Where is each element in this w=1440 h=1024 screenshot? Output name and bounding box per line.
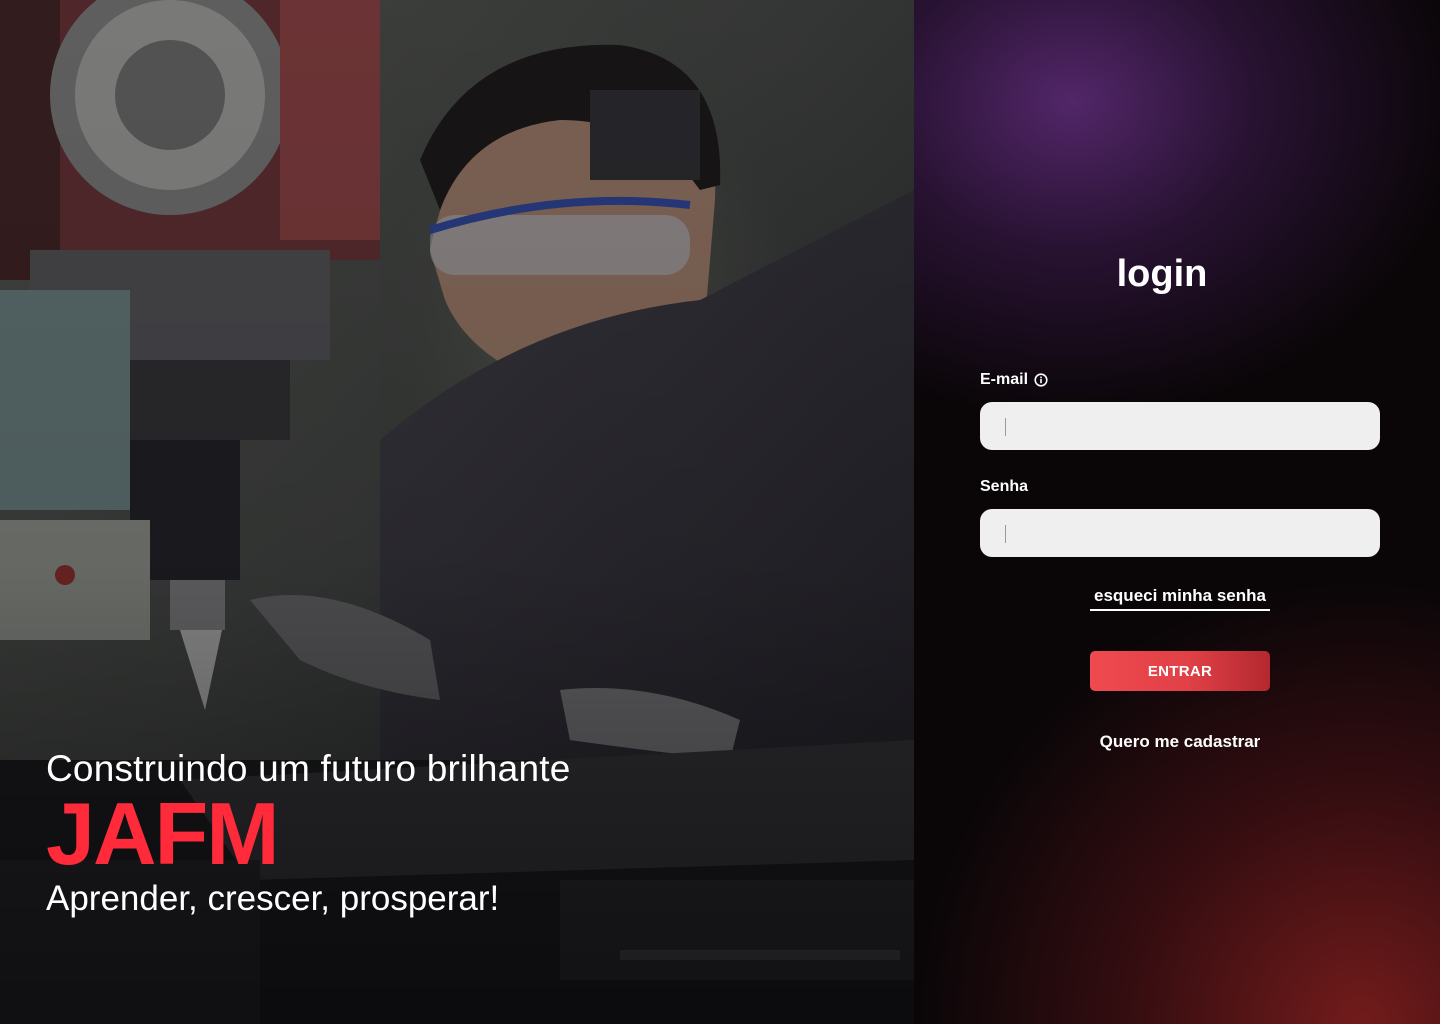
- password-label-text: Senha: [980, 478, 1029, 495]
- login-page: Construindo um futuro brilhante JAFM Apr…: [0, 0, 1440, 1024]
- password-field[interactable]: [980, 509, 1380, 557]
- hero-panel: Construindo um futuro brilhante JAFM Apr…: [0, 0, 914, 1024]
- login-panel: login E-mail Senha esqueci minha senha E…: [914, 0, 1440, 1024]
- hero-tagline: Aprender, crescer, prosperar!: [46, 879, 500, 918]
- forgot-password-link[interactable]: esqueci minha senha: [1090, 585, 1270, 611]
- login-title: login: [1116, 253, 1208, 295]
- hero-slogan: Construindo um futuro brilhante JAFM Apr…: [46, 745, 866, 921]
- brand-name: JAFM: [46, 784, 280, 883]
- login-submit-button[interactable]: ENTRAR: [1090, 651, 1270, 691]
- info-icon[interactable]: [1034, 373, 1048, 387]
- email-label-text: E-mail: [980, 371, 1029, 388]
- email-label: E-mail: [980, 370, 1048, 390]
- email-field[interactable]: [980, 402, 1380, 450]
- email-caret: [1005, 418, 1006, 436]
- password-label: Senha: [980, 477, 1028, 497]
- register-link[interactable]: Quero me cadastrar: [1070, 731, 1290, 753]
- password-caret: [1005, 525, 1006, 543]
